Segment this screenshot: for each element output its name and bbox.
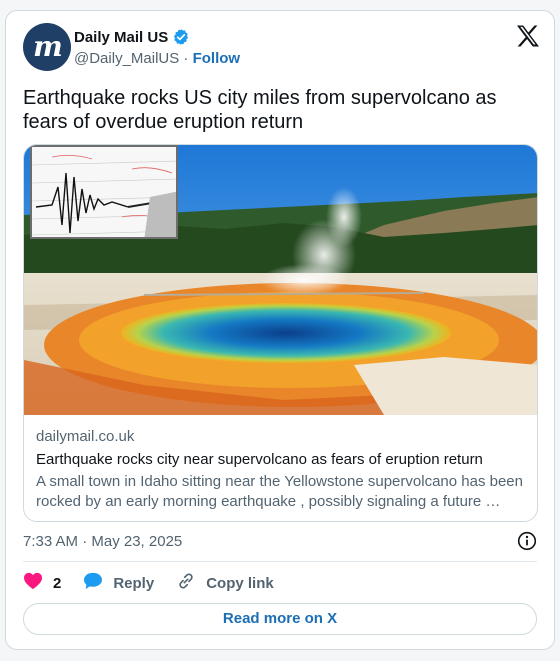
divider (23, 561, 537, 562)
separator-dot: · (183, 50, 189, 67)
seismograph-inset (30, 145, 178, 239)
info-icon[interactable] (517, 531, 537, 556)
heart-icon (23, 572, 43, 594)
follow-link[interactable]: Follow (193, 50, 241, 67)
copy-link-label: Copy link (206, 574, 274, 592)
link-preview-card[interactable]: dailymail.co.uk Earthquake rocks city ne… (23, 144, 538, 522)
read-more-button[interactable]: Read more on X (23, 603, 537, 635)
link-meta: dailymail.co.uk Earthquake rocks city ne… (36, 428, 525, 512)
action-bar: 2 Reply Copy link (23, 571, 296, 595)
link-description: A small town in Idaho sitting near the Y… (36, 473, 523, 510)
x-logo-icon[interactable] (516, 25, 540, 52)
tweet-header: m Daily Mail US @Daily_MailUS · Follow (23, 23, 540, 73)
reply-label: Reply (113, 574, 155, 592)
verified-icon (172, 28, 190, 46)
link-domain: dailymail.co.uk (36, 428, 135, 445)
tweet-embed-card: m Daily Mail US @Daily_MailUS · Follow E… (5, 10, 555, 650)
copy-link-button[interactable]: Copy link (176, 571, 274, 595)
account-handle[interactable]: @Daily_MailUS (74, 50, 179, 67)
reply-button[interactable]: Reply (83, 572, 154, 594)
link-icon (176, 571, 196, 595)
link-title: Earthquake rocks city near supervolcano … (36, 451, 483, 468)
avatar[interactable]: m (23, 23, 71, 71)
like-count: 2 (53, 574, 62, 592)
handle-row: @Daily_MailUS · Follow (74, 50, 240, 67)
name-row: Daily Mail US (74, 28, 190, 46)
tweet-timestamp[interactable]: 7:33 AM · May 23, 2025 (23, 533, 182, 550)
account-name[interactable]: Daily Mail US (74, 29, 168, 46)
reply-bubble-icon (83, 572, 103, 594)
tweet-text: Earthquake rocks US city miles from supe… (23, 87, 497, 133)
like-button[interactable]: 2 (23, 572, 61, 594)
